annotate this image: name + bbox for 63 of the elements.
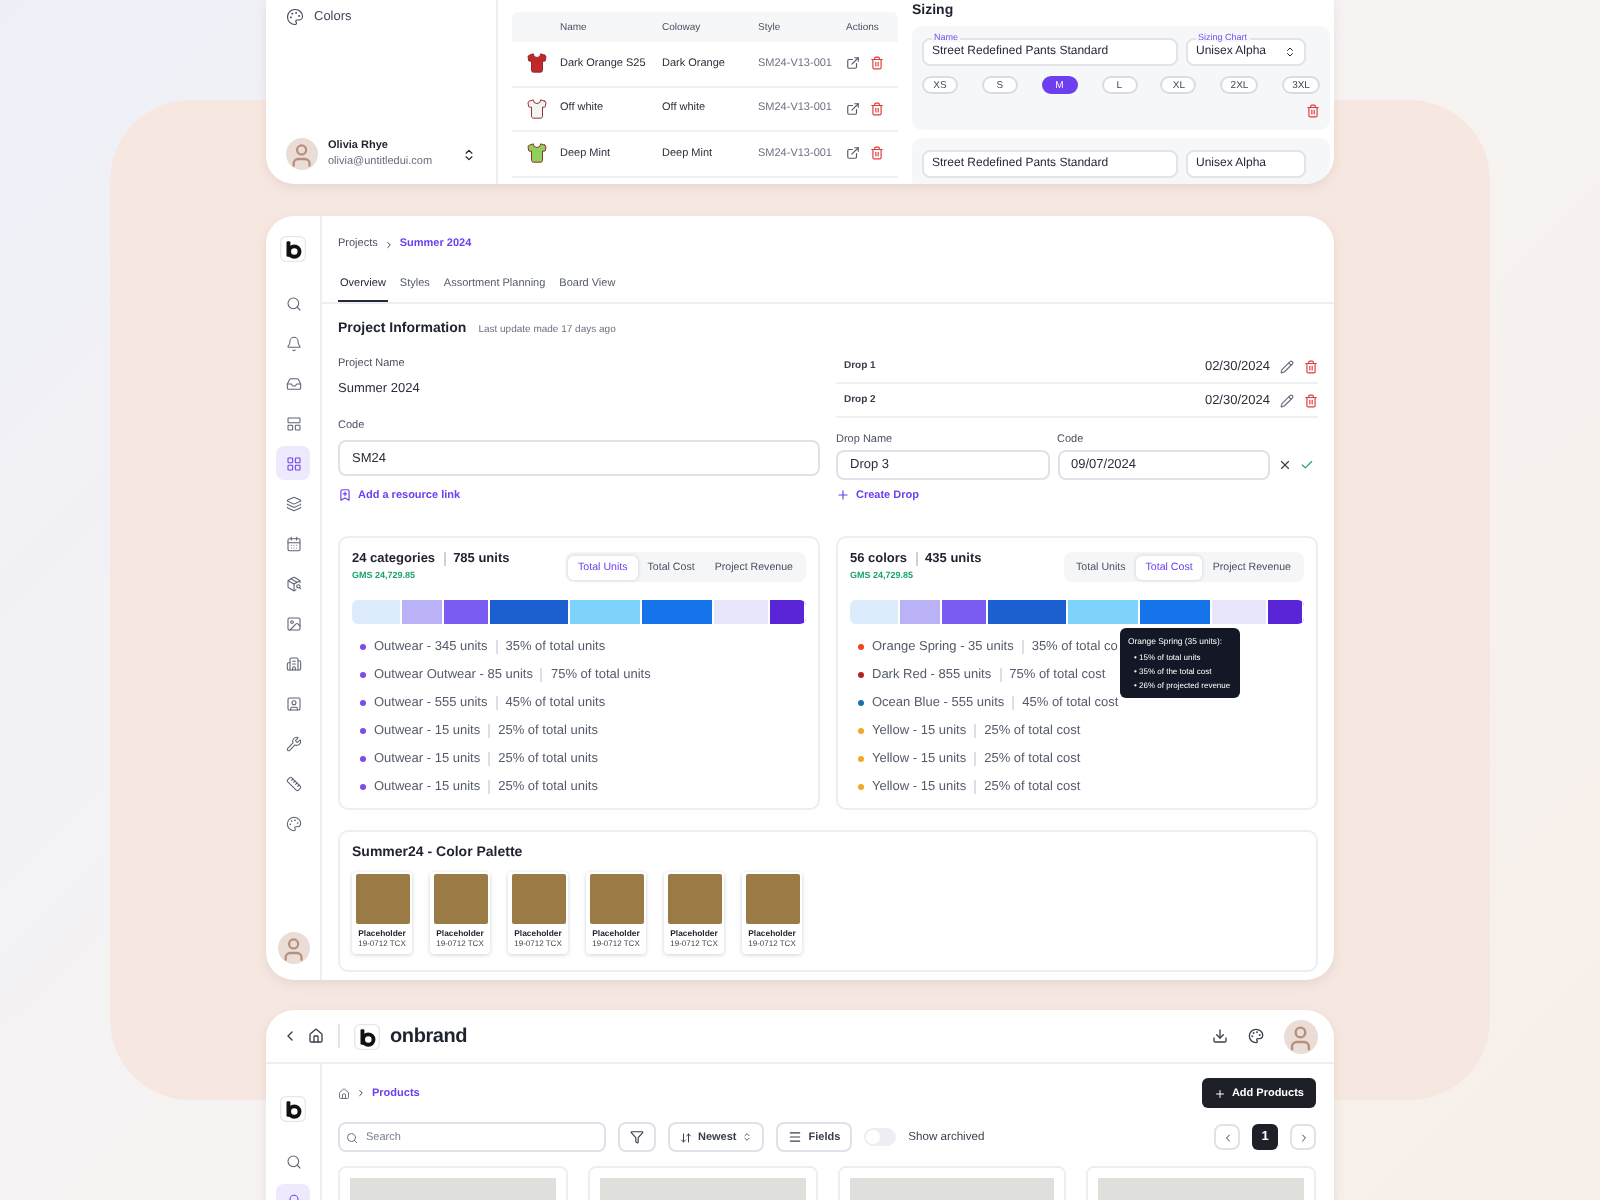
external-link-icon[interactable]	[846, 146, 860, 161]
layers-icon	[285, 495, 301, 511]
inbox-icon	[285, 375, 301, 391]
chevron-up-down-icon[interactable]	[462, 147, 476, 161]
calendar-icon	[285, 535, 301, 551]
sort-icon	[680, 1131, 692, 1143]
download-icon	[1212, 1028, 1228, 1044]
plus-icon	[1213, 1087, 1226, 1099]
package-icon	[285, 575, 301, 591]
external-link-icon[interactable]	[846, 56, 860, 71]
search-icon	[285, 295, 301, 311]
brand-name: onbrand	[390, 1025, 468, 1047]
close-icon[interactable]	[1278, 458, 1292, 472]
logo-icon	[280, 236, 306, 262]
building-icon	[285, 655, 301, 671]
chevron-right-icon	[1297, 1131, 1309, 1143]
chevron-left-icon	[1221, 1131, 1233, 1143]
trash-icon[interactable]	[870, 56, 884, 71]
filter-button[interactable]	[618, 1122, 656, 1152]
search-icon	[346, 1131, 358, 1143]
grid-icon	[285, 455, 301, 471]
grid-button[interactable]	[276, 446, 310, 480]
home-icon[interactable]	[338, 1087, 350, 1099]
palette-button[interactable]	[1248, 1028, 1264, 1044]
filter-icon	[630, 1130, 644, 1144]
person-silhouette-icon	[1286, 1024, 1316, 1053]
external-link-icon[interactable]	[846, 101, 860, 116]
trash-icon[interactable]	[1306, 104, 1320, 118]
home-icon	[308, 1028, 324, 1044]
pencil-icon[interactable]	[1280, 393, 1294, 407]
person-silhouette-icon	[288, 142, 316, 170]
chevron-up-down-icon	[742, 1132, 753, 1142]
chevron-right-icon	[383, 239, 394, 249]
chevron-right-icon	[356, 1088, 366, 1098]
avatar[interactable]	[1284, 1019, 1318, 1053]
ruler-icon	[285, 775, 301, 791]
contact-card-icon	[285, 695, 301, 711]
menu-icon	[788, 1130, 803, 1144]
search-icon	[285, 1153, 301, 1169]
pencil-icon[interactable]	[1280, 359, 1294, 373]
wrench-icon	[285, 735, 301, 751]
logo-icon	[354, 1023, 380, 1049]
trash-icon[interactable]	[870, 101, 884, 116]
plus-icon	[836, 488, 850, 502]
trash-icon[interactable]	[1304, 393, 1318, 407]
image-icon	[285, 615, 301, 631]
palette-icon	[1248, 1028, 1264, 1044]
download-button[interactable]	[1212, 1028, 1228, 1044]
home-button[interactable]	[308, 1028, 324, 1044]
layout-icon	[285, 415, 301, 431]
check-icon[interactable]	[1300, 458, 1314, 472]
avatar[interactable]	[277, 932, 309, 964]
person-silhouette-icon	[279, 936, 307, 964]
logo-icon	[280, 1096, 306, 1122]
trash-icon[interactable]	[870, 146, 884, 161]
trash-icon[interactable]	[1304, 359, 1318, 373]
palette-icon	[286, 8, 304, 26]
bell-icon	[285, 335, 301, 351]
avatar[interactable]	[286, 138, 318, 170]
back-button[interactable]	[282, 1028, 298, 1044]
bookmark-plus-icon	[338, 488, 352, 502]
palette-icon	[285, 815, 301, 831]
chevron-left-icon	[282, 1028, 298, 1044]
